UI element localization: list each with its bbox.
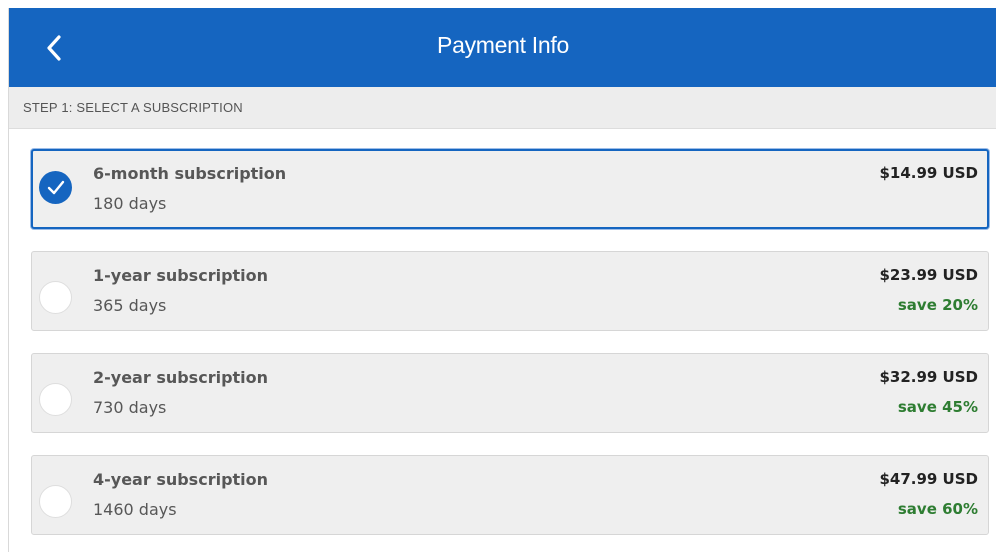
page-title: Payment Info [437,32,569,58]
option-days: 365 days [93,296,167,315]
radio-unchecked[interactable] [39,383,72,416]
option-name: 4-year subscription [93,470,269,489]
radio-unchecked[interactable] [39,281,72,314]
option-price: $14.99 USD [879,164,978,182]
option-price: $23.99 USD [879,266,978,284]
radio-checked[interactable] [39,171,72,204]
option-savings: save 60% [897,500,978,518]
checkmark-icon [47,180,65,195]
step-bar: STEP 1: SELECT A SUBSCRIPTION [9,87,996,129]
payment-screen: Payment Info STEP 1: SELECT A SUBSCRIPTI… [8,8,996,552]
option-days: 180 days [93,194,167,213]
option-savings: save 45% [897,398,978,416]
subscription-option-6-month[interactable]: 6-month subscription 180 days $14.99 USD [31,149,989,229]
subscription-option-4-year[interactable]: 4-year subscription 1460 days $47.99 USD… [31,455,989,535]
subscription-list: 6-month subscription 180 days $14.99 USD… [9,129,996,535]
option-name: 1-year subscription [93,266,269,285]
option-days: 1460 days [93,500,177,519]
subscription-option-1-year[interactable]: 1-year subscription 365 days $23.99 USD … [31,251,989,331]
option-name: 6-month subscription [93,164,287,183]
option-savings: save 20% [897,296,978,314]
option-price: $32.99 USD [879,368,978,386]
header-bar: Payment Info [9,8,996,87]
step-label: STEP 1: SELECT A SUBSCRIPTION [23,100,243,115]
radio-unchecked[interactable] [39,485,72,518]
option-price: $47.99 USD [879,470,978,488]
option-days: 730 days [93,398,167,417]
option-name: 2-year subscription [93,368,269,387]
subscription-option-2-year[interactable]: 2-year subscription 730 days $32.99 USD … [31,353,989,433]
